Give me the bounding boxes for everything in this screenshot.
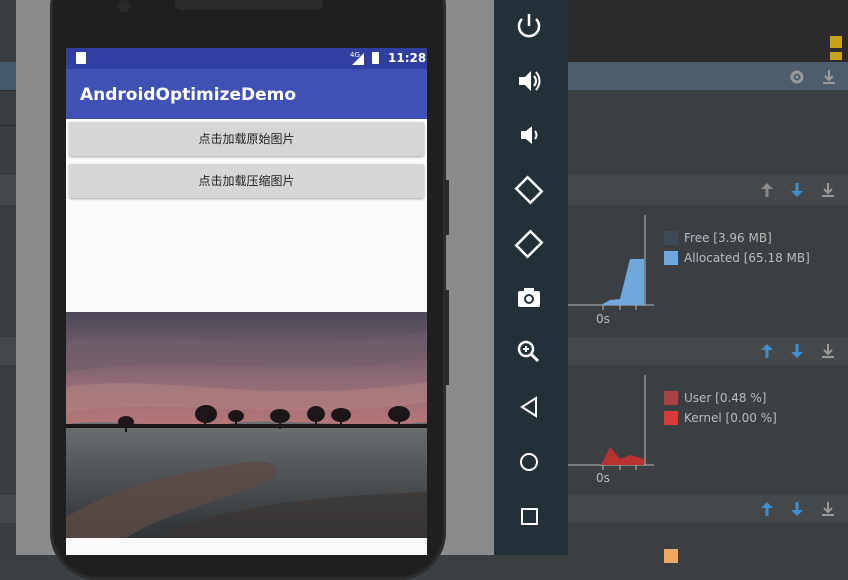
overview-icon[interactable] <box>509 496 549 536</box>
device-screen[interactable]: 4G 11:28 AndroidOptimizeDemo 点击加载原始图片 点击… <box>66 48 427 555</box>
zoom-icon[interactable] <box>509 332 549 372</box>
phone-side-button[interactable] <box>444 180 449 235</box>
cpu-chart <box>568 375 654 470</box>
arrow-down-icon[interactable] <box>788 342 806 360</box>
editor-strip <box>568 0 848 62</box>
legend-allocated: Allocated [65.18 MB] <box>684 251 810 265</box>
cpu-monitor-header <box>568 337 848 365</box>
load-compressed-image-button[interactable]: 点击加载压缩图片 <box>69 164 424 198</box>
warning-marker <box>830 36 842 48</box>
cpu-usage-area <box>601 447 644 465</box>
arrow-up-icon[interactable] <box>758 342 776 360</box>
emulator-toolbar <box>494 0 568 555</box>
app-title: AndroidOptimizeDemo <box>80 85 297 105</box>
network-monitor <box>568 523 848 563</box>
volume-down-icon[interactable] <box>509 115 549 155</box>
rotate-left-icon[interactable] <box>509 170 549 210</box>
arrow-down-icon[interactable] <box>788 181 806 199</box>
legend-swatch-free <box>664 231 678 245</box>
phone-speaker <box>175 0 323 10</box>
download-icon[interactable] <box>820 68 838 86</box>
sd-card-icon <box>76 52 86 64</box>
status-bar: 4G 11:28 <box>66 48 427 69</box>
memory-monitor: 0s Free [3.96 MB] Allocated [65.18 MB] <box>568 205 848 337</box>
download-icon[interactable] <box>819 500 837 518</box>
legend-kernel: Kernel [0.00 %] <box>684 411 777 425</box>
download-icon[interactable] <box>819 342 837 360</box>
status-clock: 11:28 <box>388 51 427 65</box>
power-icon[interactable] <box>509 6 549 46</box>
cpu-x-tick: 0s <box>596 471 610 485</box>
legend-swatch-kernel <box>664 411 678 425</box>
logcat-header <box>568 62 848 90</box>
back-icon[interactable] <box>509 387 549 427</box>
legend-swatch-allocated <box>664 251 678 265</box>
app-bar: AndroidOptimizeDemo <box>66 69 427 119</box>
phone-side-button[interactable] <box>444 290 449 385</box>
warning-marker <box>830 52 842 60</box>
panel-spacer <box>568 90 848 175</box>
network-monitor-header <box>568 495 848 523</box>
phone-front-camera <box>118 0 130 12</box>
signal-icon <box>352 53 364 65</box>
legend-free: Free [3.96 MB] <box>684 231 772 245</box>
home-icon[interactable] <box>509 442 549 482</box>
legend-swatch-user <box>664 391 678 405</box>
memory-chart <box>568 215 654 310</box>
cpu-monitor: 0s User [0.48 %] Kernel [0.00 %] <box>568 365 848 495</box>
gear-icon[interactable] <box>788 68 806 86</box>
download-icon[interactable] <box>819 181 837 199</box>
allocated-area <box>601 259 644 305</box>
memory-monitor-header <box>568 175 848 205</box>
volume-up-icon[interactable] <box>509 61 549 101</box>
camera-icon[interactable] <box>509 278 549 318</box>
legend-user: User [0.48 %] <box>684 391 767 405</box>
battery-icon <box>372 52 379 64</box>
rotate-right-icon[interactable] <box>509 224 549 264</box>
memory-x-tick: 0s <box>596 312 610 326</box>
arrow-up-icon[interactable] <box>758 181 776 199</box>
arrow-down-icon[interactable] <box>788 500 806 518</box>
monitor-panel: 0s Free [3.96 MB] Allocated [65.18 MB] 0… <box>568 0 848 563</box>
sunset-landscape-photo <box>66 312 427 538</box>
load-original-image-button[interactable]: 点击加载原始图片 <box>69 122 424 156</box>
legend-swatch-network <box>664 549 678 563</box>
arrow-up-icon[interactable] <box>758 500 776 518</box>
